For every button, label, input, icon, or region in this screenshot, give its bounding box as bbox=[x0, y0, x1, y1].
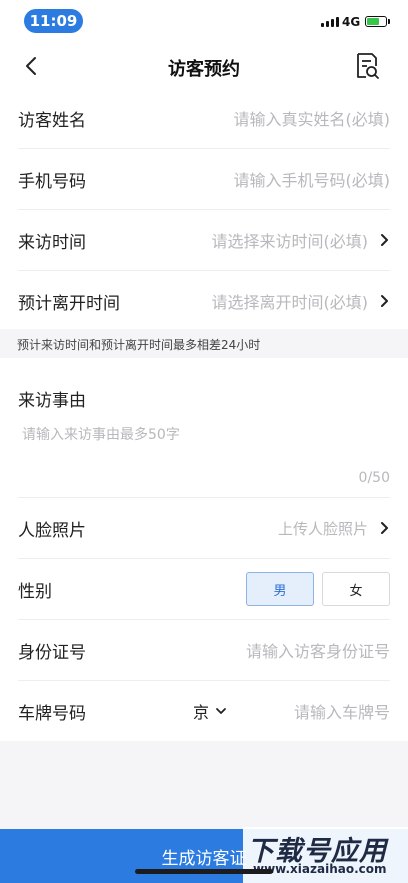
province-select[interactable]: 京 bbox=[153, 699, 227, 723]
reason-counter: 0/50 bbox=[358, 470, 390, 486]
chevron-right-icon bbox=[381, 295, 388, 307]
phone-row[interactable]: 手机号码 请输入手机号码(必填) bbox=[18, 149, 390, 210]
face-row[interactable]: 人脸照片 上传人脸照片 bbox=[18, 498, 390, 559]
leave-time-picker[interactable]: 请选择离开时间(必填) bbox=[212, 289, 369, 313]
nav-bar: 访客预约 bbox=[0, 42, 408, 88]
name-row[interactable]: 访客姓名 请输入真实姓名(必填) bbox=[18, 88, 390, 149]
face-label: 人脸照片 bbox=[18, 520, 86, 541]
province-value: 京 bbox=[192, 703, 209, 722]
reason-section: 来访事由 请输入来访事由最多50字 0/50 bbox=[0, 358, 408, 498]
status-time: 11:09 bbox=[24, 9, 83, 33]
id-input[interactable]: 请输入访客身份证号 bbox=[246, 638, 390, 662]
visit-time-row[interactable]: 来访时间 请选择来访时间(必填) bbox=[18, 210, 390, 271]
chevron-down-icon bbox=[216, 708, 226, 714]
plate-row: 车牌号码 京 请输入车牌号 bbox=[18, 681, 390, 741]
network-label: 4G bbox=[342, 15, 361, 29]
visitor-form-extra: 人脸照片 上传人脸照片 性别 男 女 身份证号 请输入访客身份证号 车牌号码 京… bbox=[0, 498, 408, 741]
chevron-right-icon bbox=[381, 234, 388, 246]
chevron-right-icon bbox=[381, 522, 388, 534]
page-background bbox=[0, 741, 408, 829]
name-input[interactable]: 请输入真实姓名(必填) bbox=[234, 106, 391, 130]
leave-time-row[interactable]: 预计离开时间 请选择离开时间(必填) bbox=[18, 271, 390, 331]
watermark-logo: 下载号应用 www.xiazaihao.com bbox=[243, 827, 408, 883]
gender-option-male[interactable]: 男 bbox=[246, 572, 314, 606]
leave-time-label: 预计离开时间 bbox=[18, 293, 120, 314]
signal-icon bbox=[321, 17, 339, 27]
phone-input[interactable]: 请输入手机号码(必填) bbox=[234, 167, 391, 191]
reason-textarea[interactable]: 请输入来访事由最多50字 bbox=[22, 424, 180, 444]
visit-time-picker[interactable]: 请选择来访时间(必填) bbox=[212, 228, 369, 252]
gender-row: 性别 男 女 bbox=[18, 559, 390, 620]
plate-label: 车牌号码 bbox=[18, 703, 86, 724]
status-bar: 11:09 4G bbox=[0, 0, 408, 42]
name-label: 访客姓名 bbox=[18, 110, 86, 131]
gender-selector: 男 女 bbox=[246, 572, 390, 606]
document-search-icon[interactable] bbox=[354, 52, 380, 80]
id-row[interactable]: 身份证号 请输入访客身份证号 bbox=[18, 620, 390, 681]
phone-label: 手机号码 bbox=[18, 171, 86, 192]
page-title: 访客预约 bbox=[168, 59, 240, 80]
battery-icon bbox=[365, 16, 387, 27]
battery-tip bbox=[388, 19, 390, 24]
gender-label: 性别 bbox=[18, 581, 52, 602]
plate-input[interactable]: 请输入车牌号 bbox=[294, 699, 390, 723]
reason-label: 来访事由 bbox=[18, 391, 86, 411]
visitor-form: 访客姓名 请输入真实姓名(必填) 手机号码 请输入手机号码(必填) 来访时间 请… bbox=[0, 88, 408, 331]
gender-option-female[interactable]: 女 bbox=[322, 572, 390, 606]
home-indicator bbox=[135, 869, 273, 874]
time-hint-text: 预计来访时间和预计离开时间最多相差24小时 bbox=[17, 338, 261, 352]
time-hint: 预计来访时间和预计离开时间最多相差24小时 bbox=[0, 329, 408, 358]
id-label: 身份证号 bbox=[18, 642, 86, 663]
visit-time-label: 来访时间 bbox=[18, 232, 86, 253]
watermark-url: www.xiazaihao.com bbox=[253, 862, 387, 876]
face-upload[interactable]: 上传人脸照片 bbox=[278, 518, 368, 539]
